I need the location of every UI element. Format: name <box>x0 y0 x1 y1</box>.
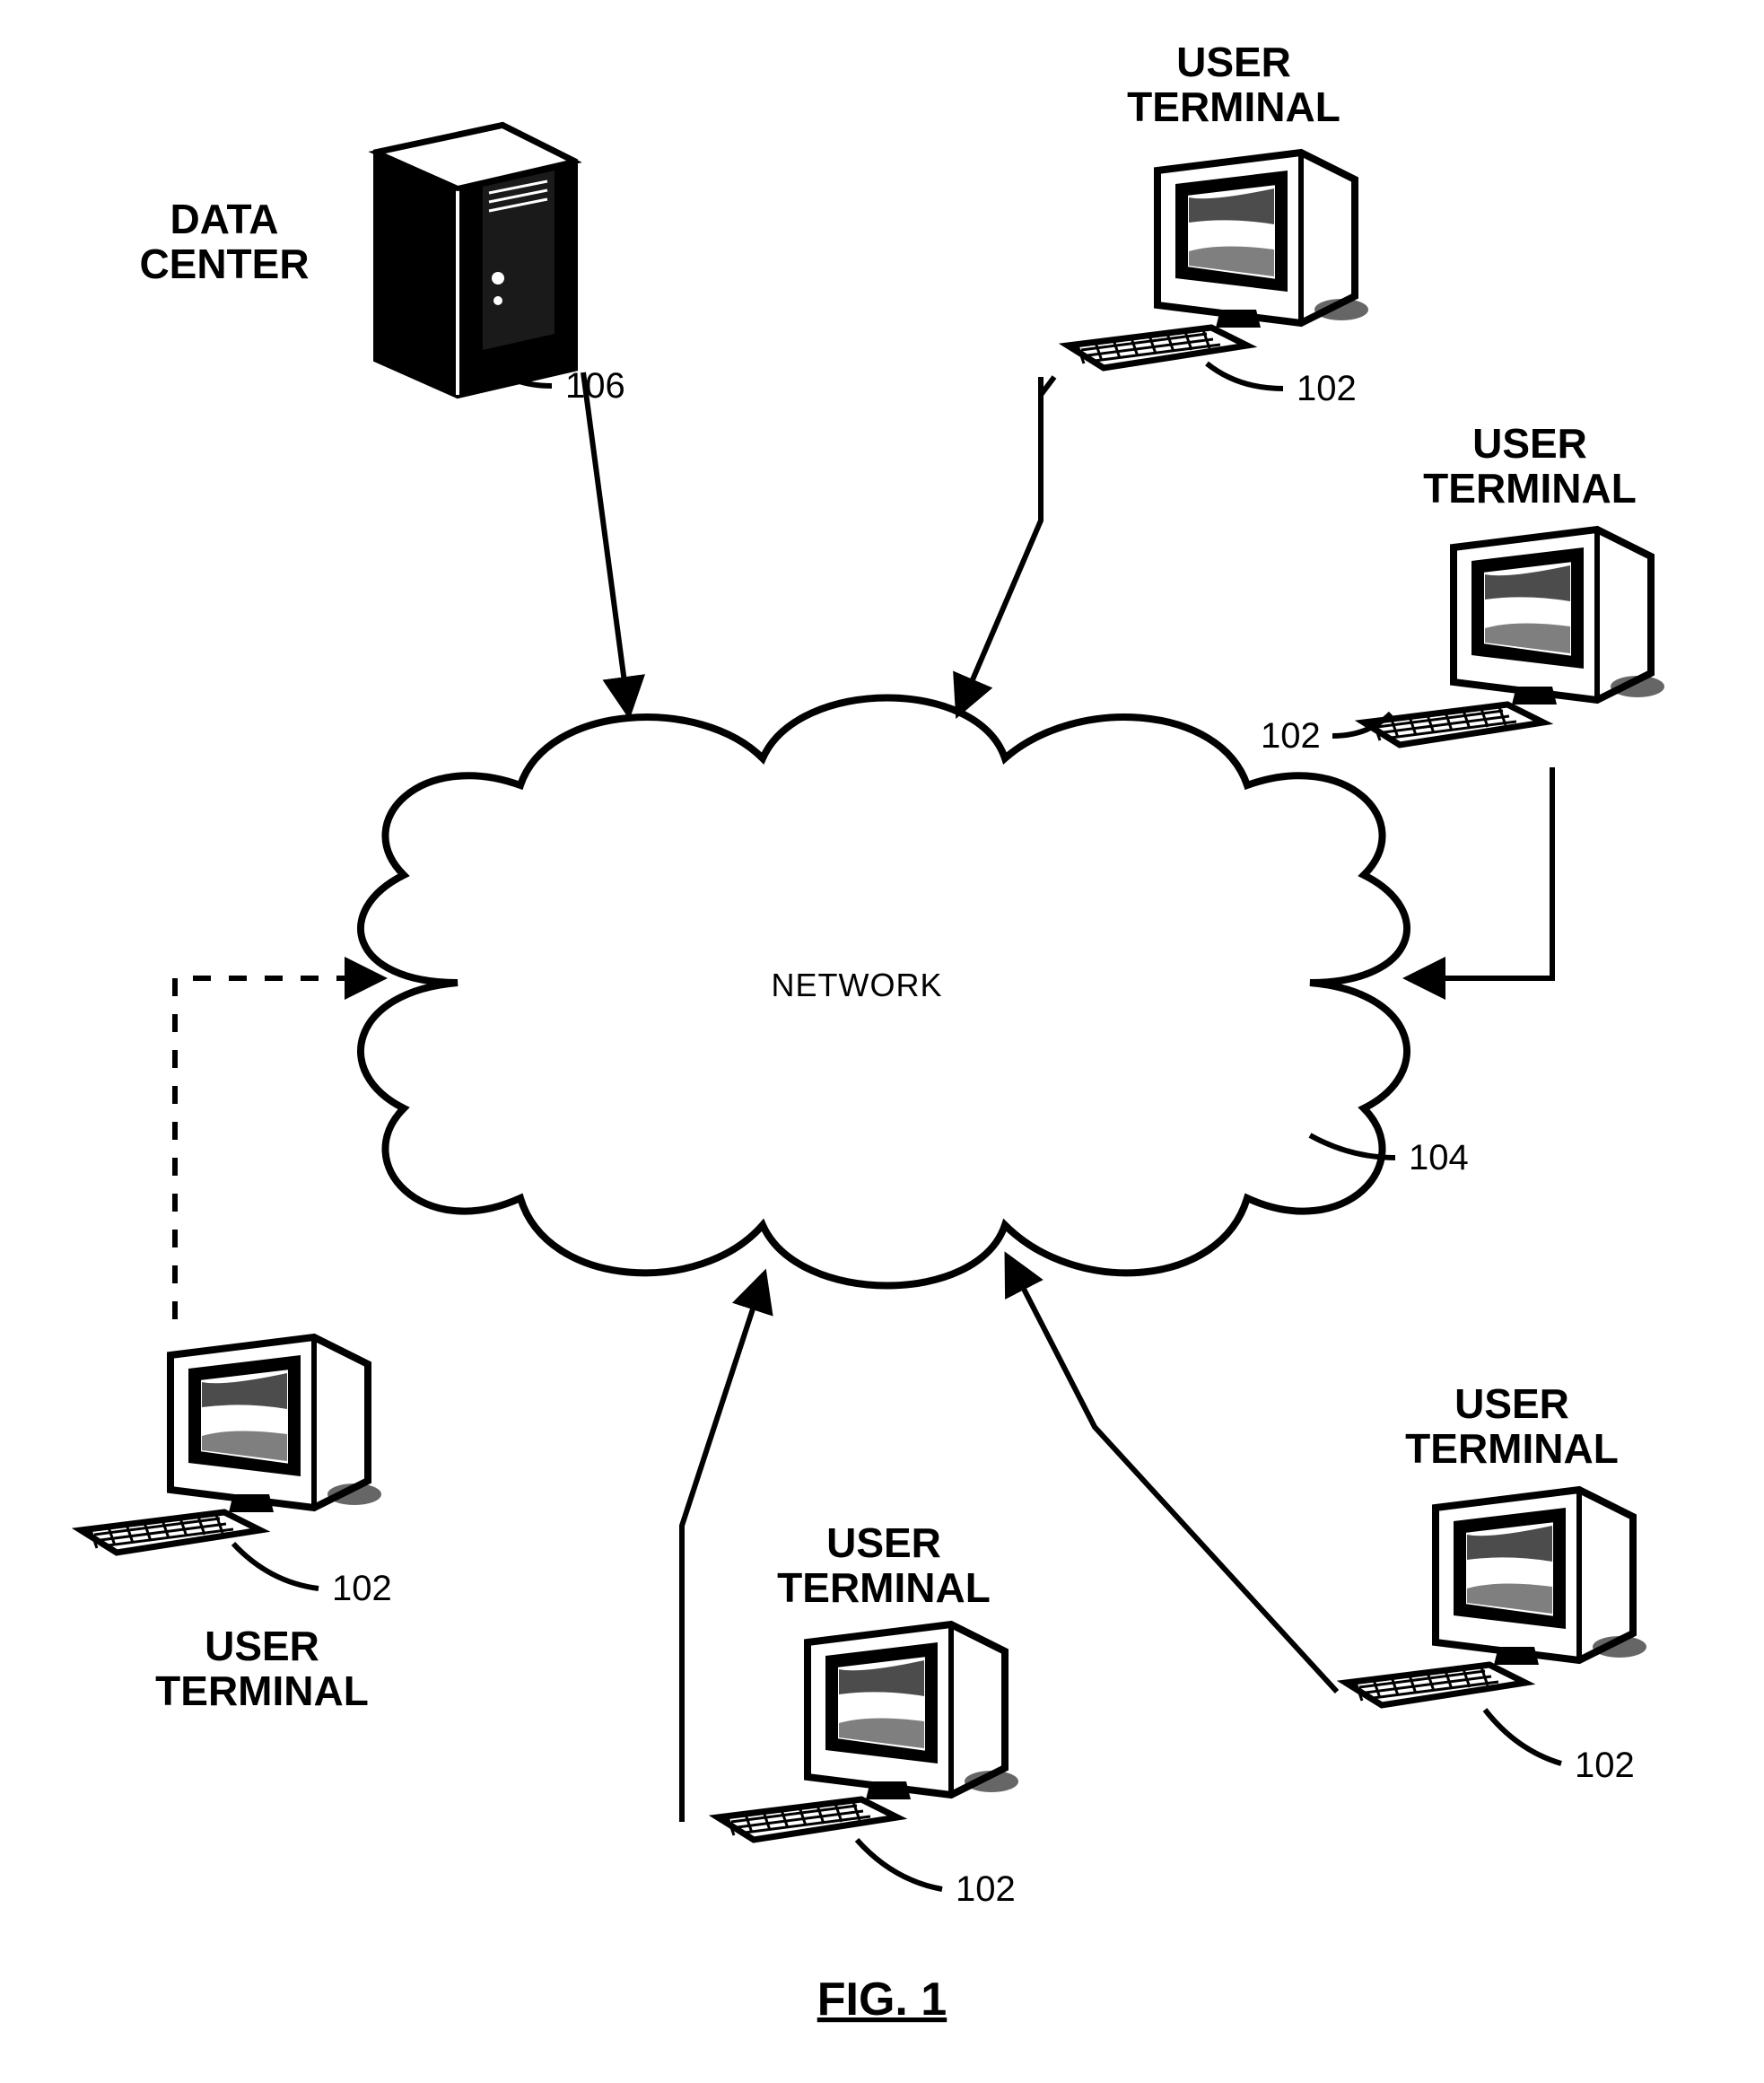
user-terminal-left: USER TERMINAL <box>81 1337 381 1714</box>
network-ref: 104 <box>1409 1138 1469 1177</box>
user-terminal-right-upper: USER TERMINAL <box>1364 420 1664 745</box>
user-terminal-left-label-1: USER <box>205 1623 319 1669</box>
data-center-label-1: DATA <box>170 196 279 242</box>
user-terminal-right-lower-label-1: USER <box>1454 1380 1569 1427</box>
user-terminal-top-right-label-2: TERMINAL <box>1127 83 1340 130</box>
user-terminal-left-ref: 102 <box>332 1569 392 1608</box>
user-terminal-bottom-label-2: TERMINAL <box>777 1564 991 1611</box>
user-terminal-bottom-ref: 102 <box>956 1869 1016 1909</box>
user-terminal-right-upper-label-2: TERMINAL <box>1423 465 1637 512</box>
user-terminal-right-upper-label-1: USER <box>1472 420 1587 467</box>
network-label: NETWORK <box>772 967 943 1003</box>
data-center-ref: 106 <box>565 366 625 406</box>
user-terminal-top-right: USER TERMINAL <box>1068 39 1368 368</box>
user-terminal-bottom: USER TERMINAL <box>718 1519 1018 1840</box>
user-terminal-top-right-ref: 102 <box>1297 369 1357 408</box>
user-terminal-left-label-2: TERMINAL <box>155 1667 369 1714</box>
data-center: DATA CENTER <box>139 126 574 395</box>
network-cloud: NETWORK <box>361 698 1407 1286</box>
data-center-label-2: CENTER <box>139 241 309 287</box>
user-terminal-right-upper-ref: 102 <box>1261 716 1321 756</box>
user-terminal-right-lower: USER TERMINAL <box>1346 1380 1646 1705</box>
user-terminal-top-right-label-1: USER <box>1176 39 1291 85</box>
user-terminal-bottom-label-1: USER <box>826 1519 941 1566</box>
figure-caption: FIG. 1 <box>817 1974 947 2026</box>
user-terminal-right-lower-label-2: TERMINAL <box>1405 1425 1619 1472</box>
user-terminal-right-lower-ref: 102 <box>1575 1746 1635 1785</box>
